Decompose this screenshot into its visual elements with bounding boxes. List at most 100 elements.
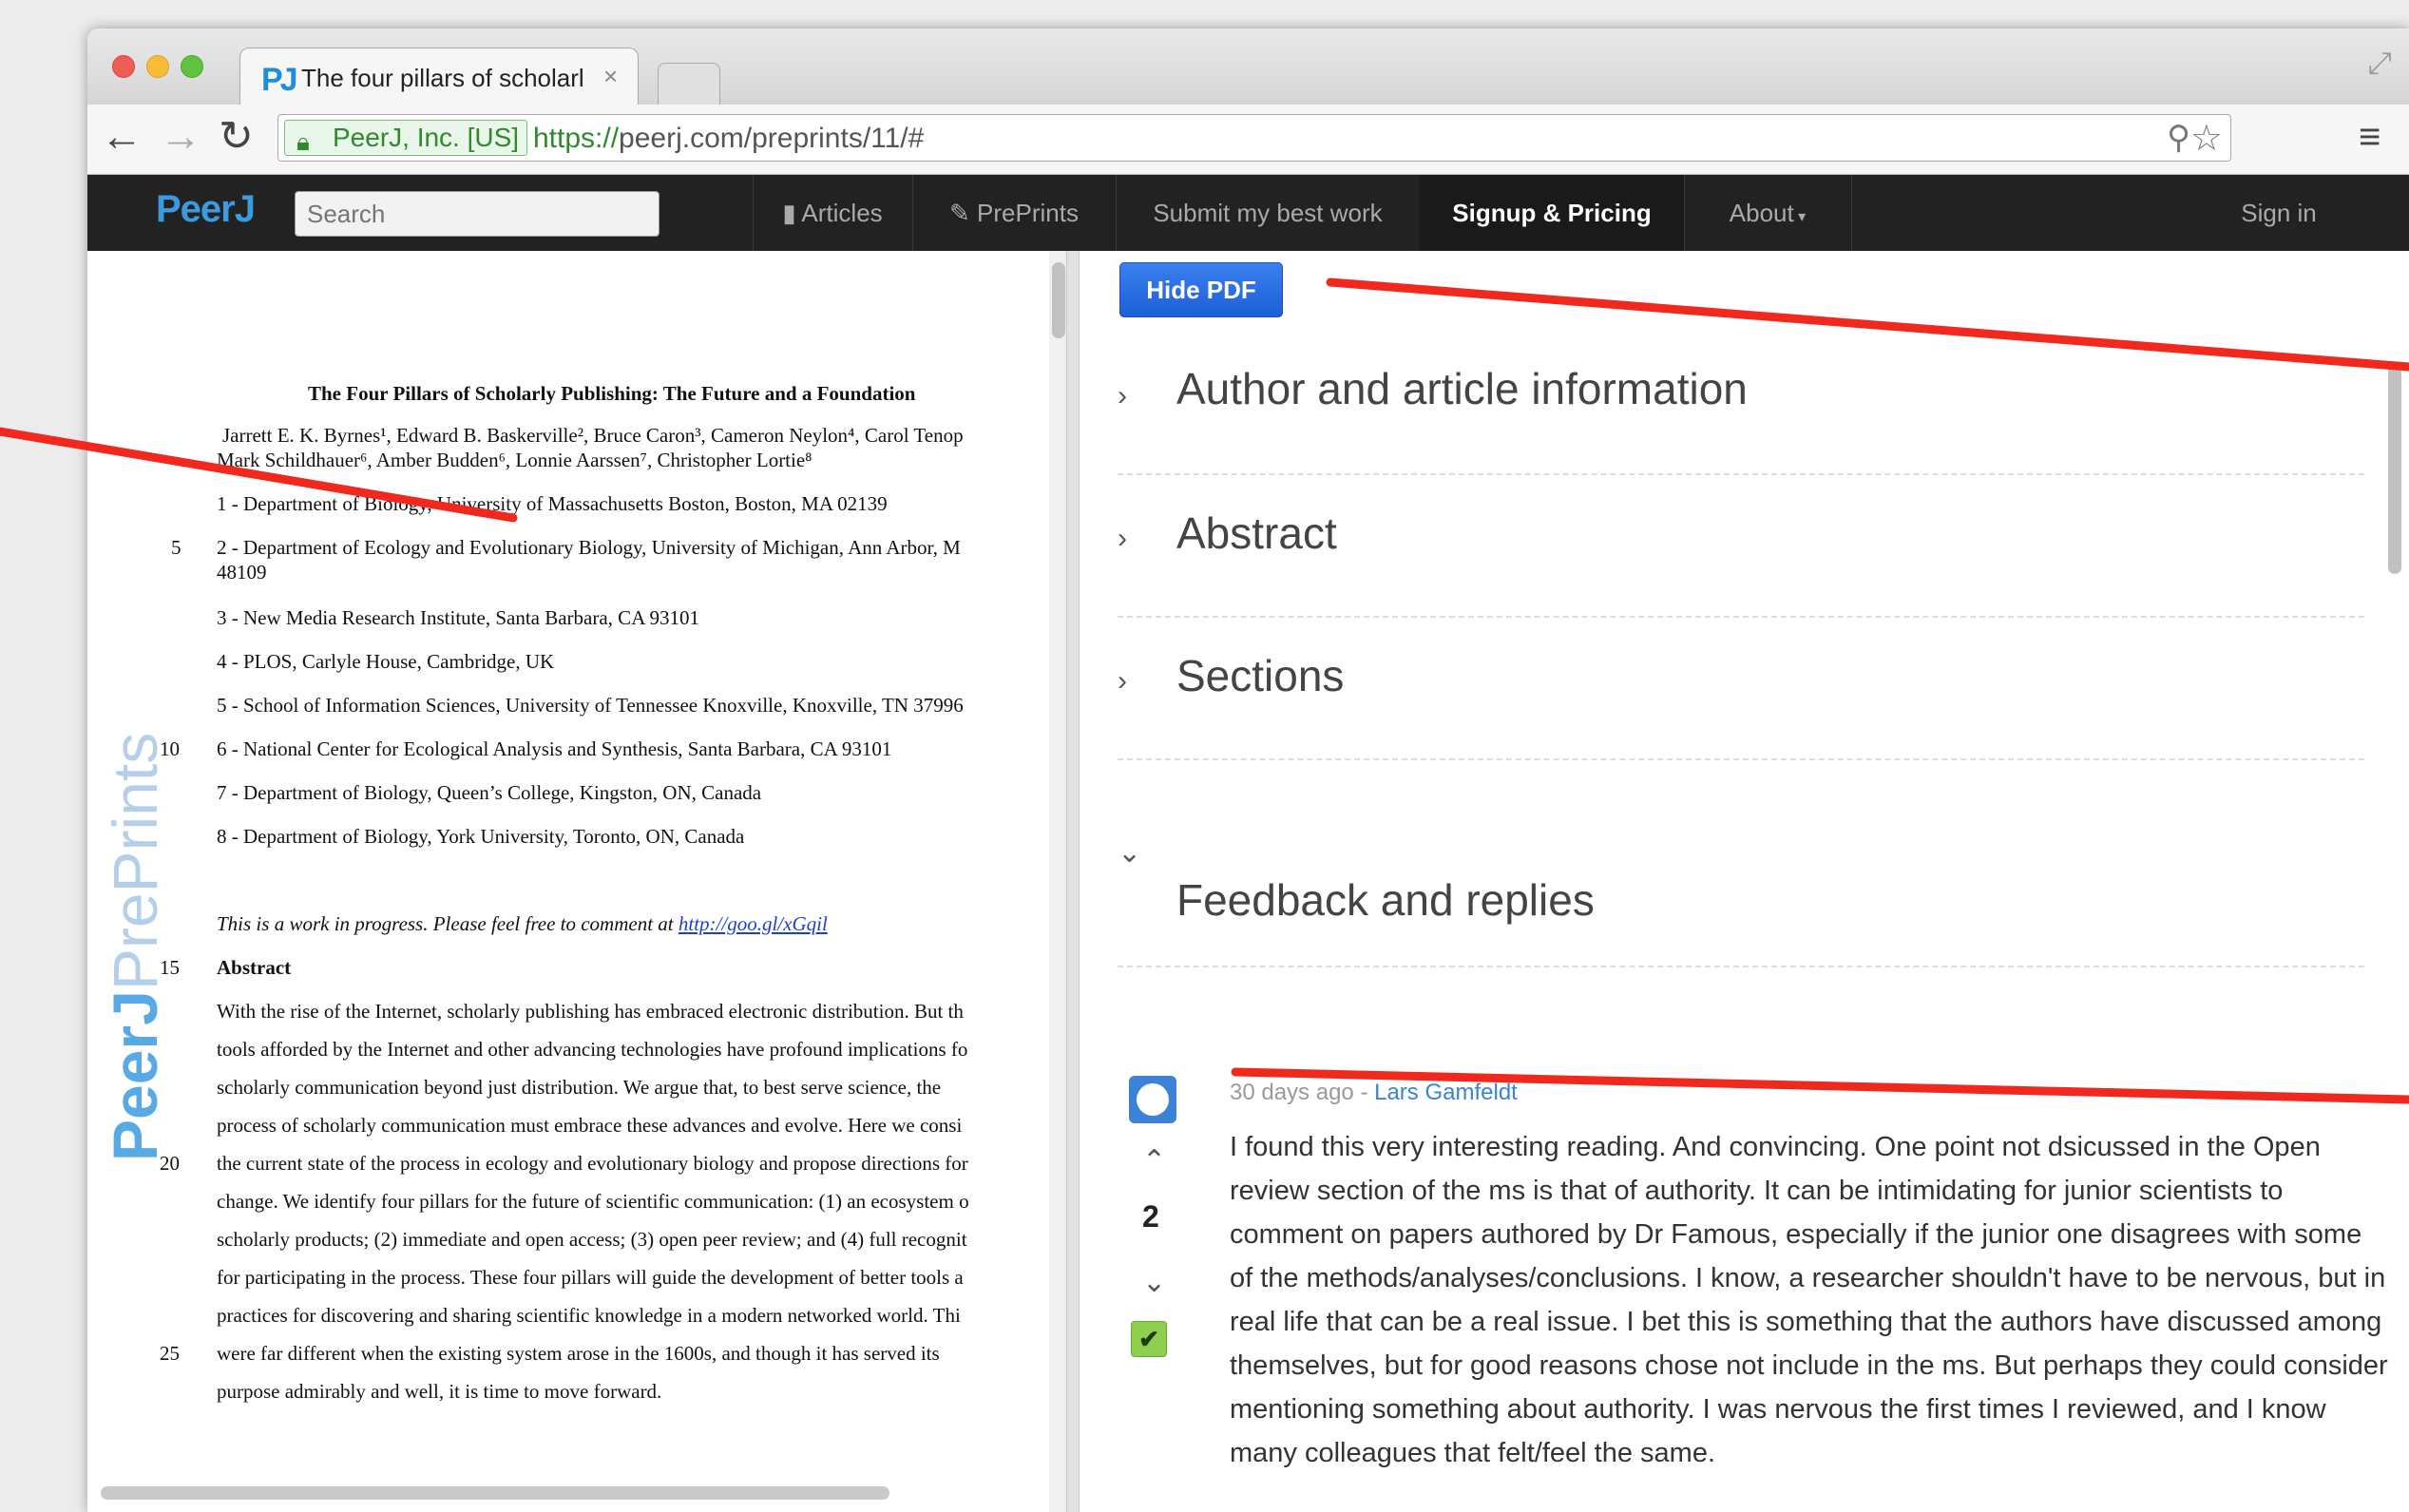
new-tab-button[interactable] — [658, 63, 720, 105]
back-arrow-icon[interactable]: ← — [101, 116, 143, 158]
section-sections[interactable]: › Sections — [1118, 618, 2364, 760]
pdf-line: change. We identify four pillars for the… — [217, 1190, 969, 1213]
watermark-thin: PrePrints — [100, 732, 170, 991]
reload-icon[interactable]: ↻ — [219, 116, 254, 158]
magnifier-icon[interactable]: ⚲ — [2167, 119, 2190, 157]
chevron-right-icon: › — [1118, 380, 1127, 411]
pdf-line: scholarly communication beyond just dist… — [217, 1076, 942, 1099]
section-abstract[interactable]: › Abstract — [1118, 475, 2364, 618]
line-number: 15 — [160, 956, 180, 979]
chevron-right-icon: › — [1118, 523, 1127, 554]
url-scheme: https:// — [533, 123, 620, 154]
pdf-line: Mark Schildhauer⁶, Amber Budden⁶, Lonnie… — [217, 449, 813, 471]
line-number: 20 — [160, 1152, 180, 1175]
pencil-icon: ✎ — [949, 199, 978, 227]
star-icon[interactable]: ☆ — [2190, 117, 2223, 160]
section-label: Feedback and replies — [1176, 875, 1595, 925]
browser-window: PJ The four pillars of scholarl × ⤢ ← → … — [87, 29, 2409, 1512]
close-window-button[interactable] — [112, 55, 135, 78]
nav-submit[interactable]: Submit my best work — [1116, 175, 1420, 251]
ev-certificate-badge[interactable]: 🔒︎ PeerJ, Inc. [US] — [284, 120, 528, 156]
peerj-logo[interactable]: PeerJ — [156, 188, 256, 231]
pdf-title: The Four Pillars of Scholarly Publishing… — [308, 382, 916, 405]
url-omnibox[interactable]: 🔒︎ PeerJ, Inc. [US] https://peerj.com/pr… — [277, 114, 2231, 162]
maximize-window-button[interactable] — [181, 55, 203, 78]
pdf-line: the current state of the process in ecol… — [217, 1152, 968, 1175]
hamburger-menu-icon[interactable]: ≡ — [2359, 116, 2380, 159]
info-vertical-scroll-thumb[interactable] — [2388, 365, 2401, 574]
watermark-bold: PeerJ — [100, 990, 170, 1161]
section-label: Abstract — [1176, 508, 1337, 558]
pdf-line: With the rise of the Internet, scholarly… — [217, 1000, 964, 1023]
address-bar-row: ← → ↻ 🔒︎ PeerJ, Inc. [US] https://peerj.… — [87, 105, 2409, 175]
nav-about[interactable]: About ▾ — [1684, 175, 1851, 251]
accepted-check-icon[interactable]: ✔ — [1131, 1321, 1167, 1357]
pdf-viewer[interactable]: PeerJPrePrints The Four Pillars of Schol… — [87, 251, 1066, 1512]
peerj-favicon-icon: PJ — [261, 62, 298, 98]
chevron-right-icon: › — [1118, 665, 1127, 697]
pdf-line: 6 - National Center for Ecological Analy… — [217, 737, 892, 760]
pdf-line: 5 - School of Information Sciences, Univ… — [217, 694, 964, 717]
line-number: 25 — [160, 1342, 180, 1365]
site-navbar: PeerJ ▮ Articles ✎ PrePrints Submit my b… — [87, 175, 2409, 251]
nav-articles-label: Articles — [801, 199, 883, 227]
nav-preprints-label: PrePrints — [977, 199, 1079, 227]
pdf-line: for participating in the process. These … — [217, 1266, 964, 1289]
tab-close-icon[interactable]: × — [603, 62, 618, 91]
nav-signup-pricing[interactable]: Signup & Pricing — [1420, 175, 1684, 251]
pdf-horizontal-scroll-thumb[interactable] — [101, 1486, 889, 1500]
url-path: peerj.com/preprints/11/# — [619, 123, 925, 154]
fullscreen-icon[interactable]: ⤢ — [2367, 46, 2392, 82]
lock-icon: 🔒︎ — [296, 127, 310, 156]
preprints-watermark: PeerJPrePrints — [99, 629, 171, 1161]
search-input[interactable] — [295, 191, 660, 237]
chevron-down-icon: ⌄ — [1118, 837, 1142, 869]
line-number: 10 — [160, 737, 180, 760]
meta-separator: - — [1353, 1080, 1375, 1105]
pdf-line: 48109 — [217, 561, 267, 584]
avatar[interactable] — [1129, 1076, 1176, 1123]
comment-body: I found this very interesting reading. A… — [1230, 1132, 2388, 1468]
wip-note: This is a work in progress. Please feel … — [217, 912, 1053, 936]
minimize-window-button[interactable] — [146, 55, 169, 78]
pane-divider[interactable] — [1066, 251, 1080, 1512]
section-author-info[interactable]: › Author and article information — [1118, 342, 2364, 475]
pdf-vertical-scrollbar[interactable] — [1049, 251, 1066, 1512]
section-feedback[interactable]: ⌄ Feedback and replies — [1118, 760, 2364, 967]
line-number: 5 — [171, 536, 182, 559]
pdf-line: 1 - Department of Biology, University of… — [217, 492, 888, 515]
pdf-line: 8 - Department of Biology, York Universi… — [217, 825, 745, 848]
url-text[interactable]: https://peerj.com/preprints/11/# — [533, 123, 924, 155]
comment-meta: 30 days ago - Lars Gamfeldt — [1230, 1080, 1518, 1106]
caret-down-icon: ▾ — [1793, 209, 1807, 225]
nav-about-label: About — [1729, 199, 1794, 227]
pdf-line: purpose admirably and well, it is time t… — [217, 1380, 662, 1403]
pdf-line: 7 - Department of Biology, Queen’s Colle… — [217, 781, 762, 804]
pdf-line: scholarly products; (2) immediate and op… — [217, 1228, 967, 1251]
pdf-line: 4 - PLOS, Carlyle House, Cambridge, UK — [217, 650, 555, 673]
forward-arrow-icon[interactable]: → — [160, 116, 201, 158]
pdf-line: 3 - New Media Research Institute, Santa … — [217, 606, 699, 629]
downvote-icon[interactable]: ⌄ — [1142, 1266, 1166, 1299]
avatar-silhouette-icon — [1137, 1083, 1169, 1116]
pdf-line: Jarrett E. K. Byrnes¹, Edward B. Baskerv… — [222, 424, 964, 447]
pdf-vertical-scroll-thumb[interactable] — [1052, 262, 1065, 338]
comment-author-link[interactable]: Lars Gamfeldt — [1374, 1080, 1518, 1105]
tab-title: The four pillars of scholarl — [301, 64, 584, 92]
pdf-line: were far different when the existing sys… — [217, 1342, 940, 1365]
nav-separator — [1851, 175, 1852, 251]
upvote-icon[interactable]: ⌃ — [1142, 1144, 1166, 1177]
pdf-line: process of scholarly communication must … — [217, 1114, 963, 1137]
vote-count: 2 — [1142, 1199, 1159, 1234]
comment-link[interactable]: http://goo.gl/xGqil — [679, 912, 828, 935]
hide-pdf-button[interactable]: Hide PDF — [1119, 262, 1283, 317]
nav-preprints[interactable]: ✎ PrePrints — [912, 175, 1116, 251]
browser-tab[interactable]: PJ The four pillars of scholarl × — [239, 48, 639, 105]
sign-in-link[interactable]: Sign in — [2212, 175, 2345, 251]
pdf-line: 2 - Department of Ecology and Evolutiona… — [217, 536, 961, 559]
pdf-line: practices for discovering and sharing sc… — [217, 1304, 961, 1327]
tab-strip: PJ The four pillars of scholarl × ⤢ — [87, 29, 2409, 105]
ev-label: PeerJ, Inc. [US] — [333, 123, 520, 152]
article-info-pane: Hide PDF › Author and article informatio… — [1080, 251, 2409, 1512]
nav-articles[interactable]: ▮ Articles — [753, 175, 912, 251]
